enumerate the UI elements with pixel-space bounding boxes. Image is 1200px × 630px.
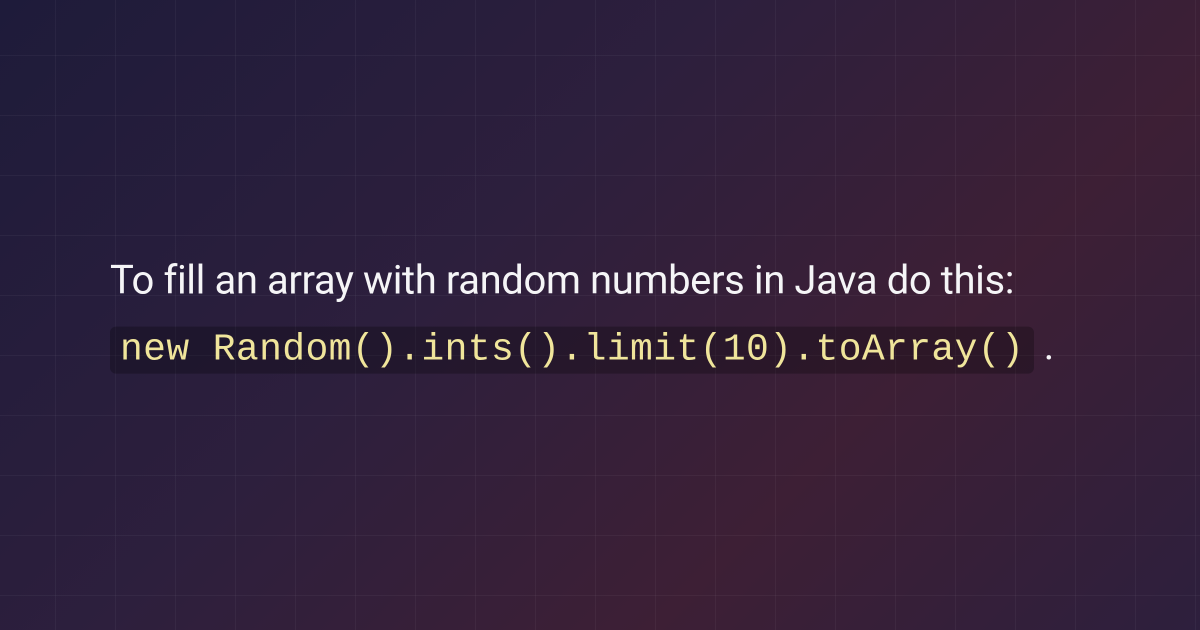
code-snippet: new Random().ints().limit(10).toArray()	[110, 327, 1034, 374]
trailing-period: .	[1044, 323, 1054, 370]
main-text-block: To fill an array with random numbers in …	[110, 248, 1090, 383]
intro-text: To fill an array with random numbers in …	[110, 257, 1014, 304]
